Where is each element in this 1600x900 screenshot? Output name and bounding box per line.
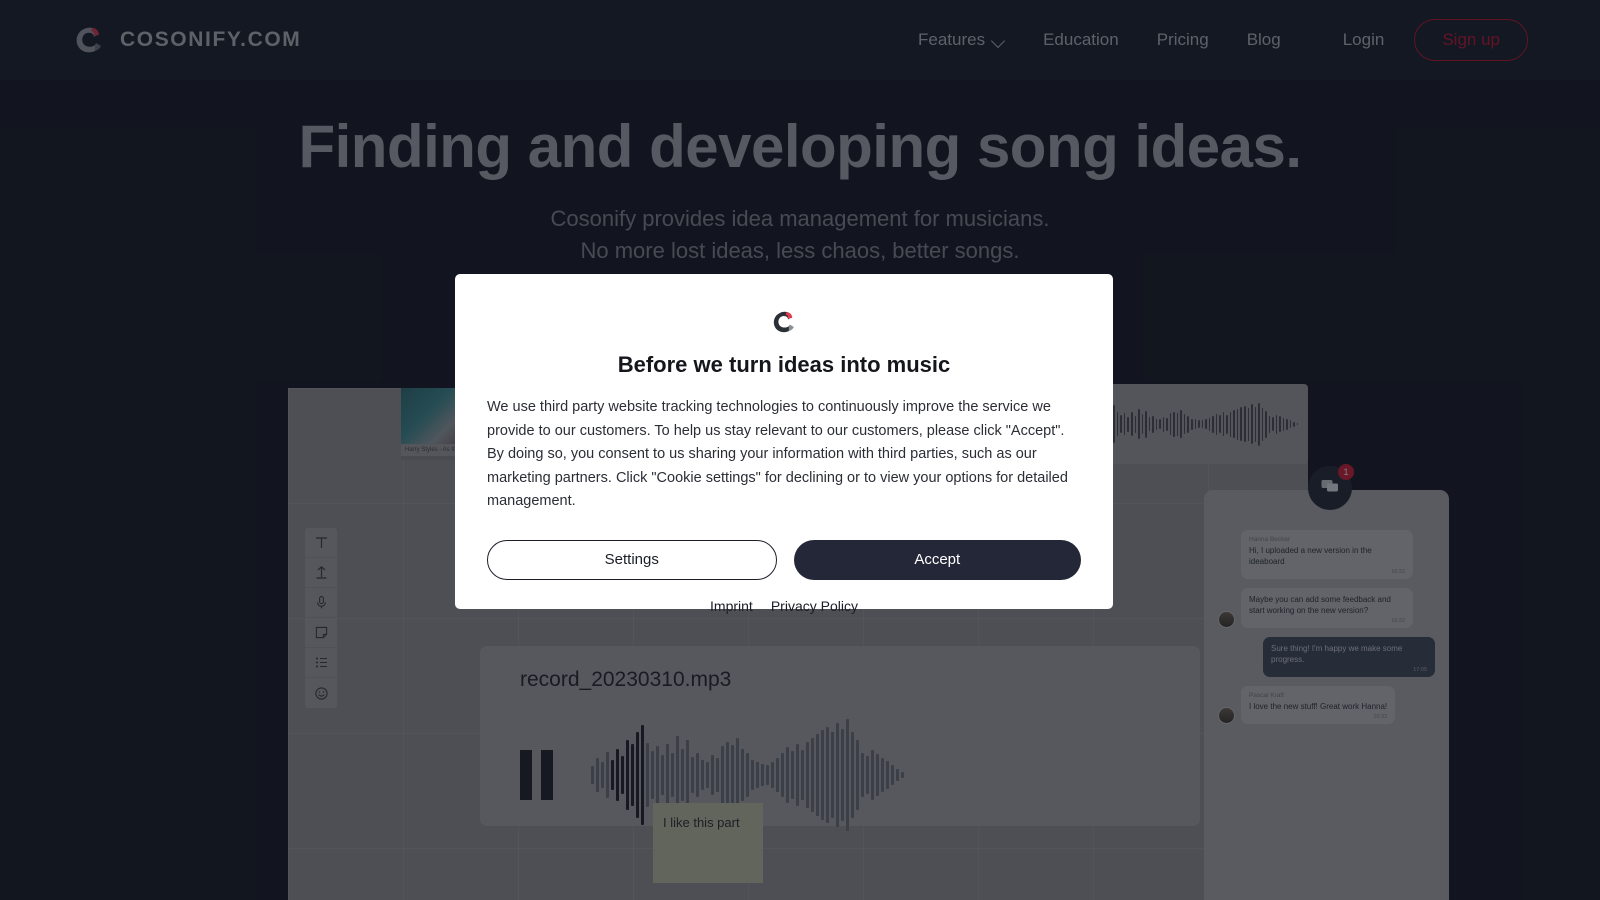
accept-cookies-button[interactable]: Accept (794, 540, 1082, 580)
landing-page: COSONIFY.COM Features Education Pricing … (0, 0, 1600, 900)
imprint-link[interactable]: Imprint (710, 598, 753, 614)
privacy-policy-link[interactable]: Privacy Policy (771, 598, 858, 614)
dialog-body-text: We use third party website tracking tech… (487, 396, 1081, 514)
dialog-footer-links: Imprint Privacy Policy (487, 598, 1081, 614)
cookie-settings-button[interactable]: Settings (487, 540, 777, 580)
dialog-actions: Settings Accept (487, 540, 1081, 580)
cosonify-c-logo-icon (770, 306, 798, 338)
cookie-consent-dialog: Before we turn ideas into music We use t… (455, 274, 1113, 609)
dialog-title: Before we turn ideas into music (487, 352, 1081, 378)
